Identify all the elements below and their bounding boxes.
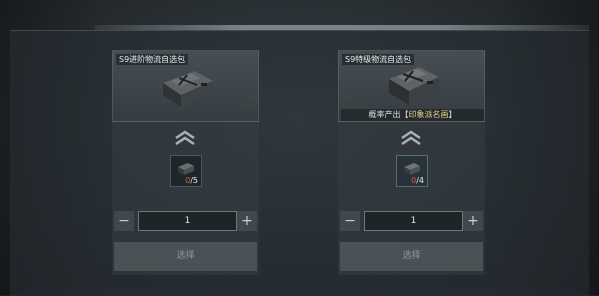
- increase-button[interactable]: +: [237, 211, 257, 231]
- supply-case-icon: [163, 71, 213, 107]
- select-button[interactable]: 选择: [114, 242, 257, 271]
- quantity-stepper: − 1 +: [114, 210, 257, 232]
- pack-card-advanced: S9进阶物流自选包 0/5 − 1 + 选择: [112, 50, 259, 275]
- material-slot[interactable]: 0/5: [170, 155, 202, 187]
- decrease-button[interactable]: −: [114, 211, 134, 231]
- selection-panel: [10, 30, 589, 296]
- pack-card-premium: S9特级物流自选包 概率产出【印象派名画】 0/4 − 1 + 选择: [338, 50, 485, 275]
- increase-button[interactable]: +: [463, 211, 483, 231]
- chevron-up-icon: [175, 130, 195, 146]
- decrease-button[interactable]: −: [340, 211, 360, 231]
- quantity-input[interactable]: 1: [364, 211, 463, 231]
- material-slot[interactable]: 0/4: [396, 155, 428, 187]
- quantity-stepper: − 1 +: [340, 210, 483, 232]
- material-box-icon: [404, 163, 420, 175]
- highlight-item: 印象派名画: [408, 110, 449, 119]
- supply-case-icon: [389, 67, 439, 105]
- select-button[interactable]: 选择: [340, 242, 483, 271]
- material-count: 0/4: [411, 176, 424, 185]
- quantity-input[interactable]: 1: [138, 211, 237, 231]
- material-box-icon: [178, 163, 194, 175]
- material-count: 0/5: [185, 176, 198, 185]
- probability-note: 概率产出【印象派名画】: [341, 109, 484, 121]
- pack-preview[interactable]: S9进阶物流自选包: [112, 50, 259, 122]
- pack-preview[interactable]: S9特级物流自选包 概率产出【印象派名画】: [338, 50, 485, 122]
- chevron-up-icon: [401, 130, 421, 146]
